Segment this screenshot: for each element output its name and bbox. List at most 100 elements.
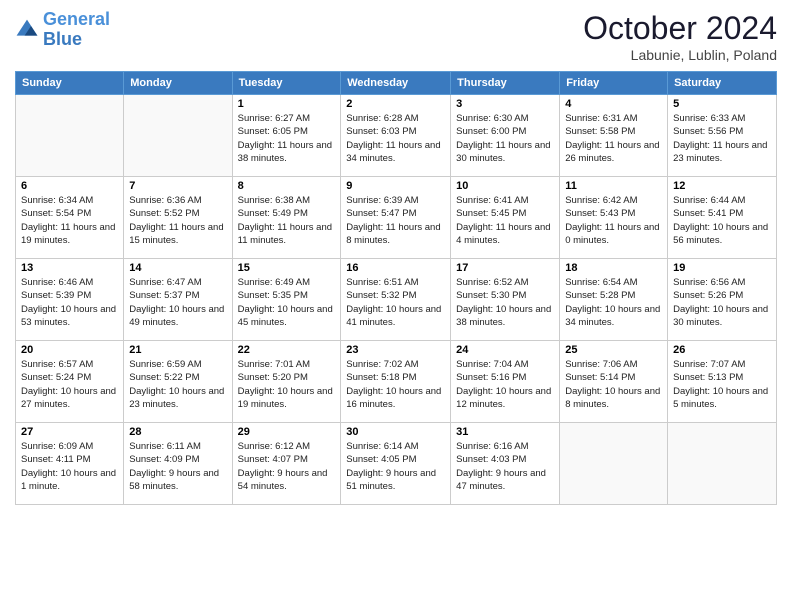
- calendar-cell: 10 Sunrise: 6:41 AMSunset: 5:45 PMDayligh…: [451, 177, 560, 259]
- day-info: Sunrise: 6:51 AMSunset: 5:32 PMDaylight:…: [346, 276, 445, 329]
- calendar-cell: 6 Sunrise: 6:34 AMSunset: 5:54 PMDaylight…: [16, 177, 124, 259]
- day-number: 16: [346, 262, 445, 274]
- weekday-header-tuesday: Tuesday: [232, 72, 341, 95]
- day-number: 19: [673, 262, 771, 274]
- day-info: Sunrise: 6:28 AMSunset: 6:03 PMDaylight:…: [346, 112, 445, 165]
- day-info: Sunrise: 6:59 AMSunset: 5:22 PMDaylight:…: [129, 358, 226, 411]
- calendar-cell: 11 Sunrise: 6:42 AMSunset: 5:43 PMDayligh…: [560, 177, 668, 259]
- day-number: 4: [565, 98, 662, 110]
- calendar-cell: 26 Sunrise: 7:07 AMSunset: 5:13 PMDayligh…: [668, 341, 777, 423]
- calendar-cell: 18Sunrise: 6:54 AMSunset: 5:28 PMDayligh…: [560, 259, 668, 341]
- day-number: 8: [238, 180, 336, 192]
- day-number: 30: [346, 426, 445, 438]
- day-number: 7: [129, 180, 226, 192]
- day-info: Sunrise: 6:57 AMSunset: 5:24 PMDaylight:…: [21, 358, 118, 411]
- logo-icon: [15, 18, 39, 42]
- day-number: 15: [238, 262, 336, 274]
- logo-text: General Blue: [43, 10, 110, 50]
- calendar: SundayMondayTuesdayWednesdayThursdayFrid…: [15, 71, 777, 505]
- calendar-cell: 31 Sunrise: 6:16 AMSunset: 4:03 PMDayligh…: [451, 423, 560, 505]
- day-number: 9: [346, 180, 445, 192]
- day-number: 31: [456, 426, 554, 438]
- day-number: 13: [21, 262, 118, 274]
- day-number: 2: [346, 98, 445, 110]
- calendar-cell: 5 Sunrise: 6:33 AMSunset: 5:56 PMDaylight…: [668, 95, 777, 177]
- day-info: Sunrise: 6:31 AMSunset: 5:58 PMDaylight:…: [565, 112, 662, 165]
- day-number: 28: [129, 426, 226, 438]
- calendar-cell: [560, 423, 668, 505]
- weekday-header-friday: Friday: [560, 72, 668, 95]
- day-info: Sunrise: 6:16 AMSunset: 4:03 PMDaylight:…: [456, 440, 554, 493]
- day-number: 5: [673, 98, 771, 110]
- calendar-cell: 4 Sunrise: 6:31 AMSunset: 5:58 PMDaylight…: [560, 95, 668, 177]
- day-info: Sunrise: 6:47 AMSunset: 5:37 PMDaylight:…: [129, 276, 226, 329]
- day-info: Sunrise: 6:33 AMSunset: 5:56 PMDaylight:…: [673, 112, 771, 165]
- calendar-cell: 8 Sunrise: 6:38 AMSunset: 5:49 PMDaylight…: [232, 177, 341, 259]
- calendar-cell: 13 Sunrise: 6:46 AMSunset: 5:39 PMDayligh…: [16, 259, 124, 341]
- day-number: 14: [129, 262, 226, 274]
- day-info: Sunrise: 7:04 AMSunset: 5:16 PMDaylight:…: [456, 358, 554, 411]
- calendar-cell: [124, 95, 232, 177]
- day-number: 12: [673, 180, 771, 192]
- day-info: Sunrise: 6:12 AMSunset: 4:07 PMDaylight:…: [238, 440, 336, 493]
- calendar-cell: 2 Sunrise: 6:28 AMSunset: 6:03 PMDaylight…: [341, 95, 451, 177]
- calendar-cell: 21 Sunrise: 6:59 AMSunset: 5:22 PMDayligh…: [124, 341, 232, 423]
- day-info: Sunrise: 6:41 AMSunset: 5:45 PMDaylight:…: [456, 194, 554, 247]
- day-number: 26: [673, 344, 771, 356]
- location: Labunie, Lublin, Poland: [583, 47, 777, 63]
- weekday-header-sunday: Sunday: [16, 72, 124, 95]
- calendar-cell: 15 Sunrise: 6:49 AMSunset: 5:35 PMDayligh…: [232, 259, 341, 341]
- calendar-cell: 17Sunrise: 6:52 AMSunset: 5:30 PMDayligh…: [451, 259, 560, 341]
- day-info: Sunrise: 7:01 AMSunset: 5:20 PMDaylight:…: [238, 358, 336, 411]
- day-number: 11: [565, 180, 662, 192]
- day-number: 22: [238, 344, 336, 356]
- day-info: Sunrise: 6:46 AMSunset: 5:39 PMDaylight:…: [21, 276, 118, 329]
- day-number: 1: [238, 98, 336, 110]
- calendar-cell: 29Sunrise: 6:12 AMSunset: 4:07 PMDayligh…: [232, 423, 341, 505]
- day-info: Sunrise: 6:49 AMSunset: 5:35 PMDaylight:…: [238, 276, 336, 329]
- day-info: Sunrise: 6:34 AMSunset: 5:54 PMDaylight:…: [21, 194, 118, 247]
- calendar-cell: 20 Sunrise: 6:57 AMSunset: 5:24 PMDayligh…: [16, 341, 124, 423]
- day-info: Sunrise: 6:30 AMSunset: 6:00 PMDaylight:…: [456, 112, 554, 165]
- day-number: 27: [21, 426, 118, 438]
- day-number: 6: [21, 180, 118, 192]
- day-info: Sunrise: 6:09 AMSunset: 4:11 PMDaylight:…: [21, 440, 118, 493]
- weekday-header-monday: Monday: [124, 72, 232, 95]
- day-info: Sunrise: 6:38 AMSunset: 5:49 PMDaylight:…: [238, 194, 336, 247]
- day-number: 20: [21, 344, 118, 356]
- calendar-cell: 1Sunrise: 6:27 AMSunset: 6:05 PMDaylight…: [232, 95, 341, 177]
- calendar-cell: 24 Sunrise: 7:04 AMSunset: 5:16 PMDayligh…: [451, 341, 560, 423]
- logo: General Blue: [15, 10, 110, 50]
- calendar-cell: 28 Sunrise: 6:11 AMSunset: 4:09 PMDayligh…: [124, 423, 232, 505]
- calendar-cell: [668, 423, 777, 505]
- weekday-header-thursday: Thursday: [451, 72, 560, 95]
- day-info: Sunrise: 6:44 AMSunset: 5:41 PMDaylight:…: [673, 194, 771, 247]
- calendar-cell: 7 Sunrise: 6:36 AMSunset: 5:52 PMDaylight…: [124, 177, 232, 259]
- calendar-cell: 16 Sunrise: 6:51 AMSunset: 5:32 PMDayligh…: [341, 259, 451, 341]
- day-number: 10: [456, 180, 554, 192]
- day-info: Sunrise: 7:07 AMSunset: 5:13 PMDaylight:…: [673, 358, 771, 411]
- day-info: Sunrise: 6:42 AMSunset: 5:43 PMDaylight:…: [565, 194, 662, 247]
- day-info: Sunrise: 6:39 AMSunset: 5:47 PMDaylight:…: [346, 194, 445, 247]
- weekday-header-wednesday: Wednesday: [341, 72, 451, 95]
- calendar-cell: 25Sunrise: 7:06 AMSunset: 5:14 PMDayligh…: [560, 341, 668, 423]
- day-info: Sunrise: 6:11 AMSunset: 4:09 PMDaylight:…: [129, 440, 226, 493]
- calendar-cell: 30 Sunrise: 6:14 AMSunset: 4:05 PMDayligh…: [341, 423, 451, 505]
- calendar-cell: 3Sunrise: 6:30 AMSunset: 6:00 PMDaylight…: [451, 95, 560, 177]
- calendar-cell: [16, 95, 124, 177]
- calendar-cell: 9 Sunrise: 6:39 AMSunset: 5:47 PMDaylight…: [341, 177, 451, 259]
- weekday-header-saturday: Saturday: [668, 72, 777, 95]
- calendar-cell: 19Sunrise: 6:56 AMSunset: 5:26 PMDayligh…: [668, 259, 777, 341]
- title-block: October 2024 Labunie, Lublin, Poland: [583, 10, 777, 63]
- day-number: 25: [565, 344, 662, 356]
- day-number: 24: [456, 344, 554, 356]
- day-info: Sunrise: 7:02 AMSunset: 5:18 PMDaylight:…: [346, 358, 445, 411]
- day-number: 21: [129, 344, 226, 356]
- day-number: 18: [565, 262, 662, 274]
- day-info: Sunrise: 6:36 AMSunset: 5:52 PMDaylight:…: [129, 194, 226, 247]
- month-title: October 2024: [583, 10, 777, 47]
- calendar-cell: 22 Sunrise: 7:01 AMSunset: 5:20 PMDayligh…: [232, 341, 341, 423]
- day-info: Sunrise: 6:14 AMSunset: 4:05 PMDaylight:…: [346, 440, 445, 493]
- calendar-cell: 14 Sunrise: 6:47 AMSunset: 5:37 PMDayligh…: [124, 259, 232, 341]
- day-number: 23: [346, 344, 445, 356]
